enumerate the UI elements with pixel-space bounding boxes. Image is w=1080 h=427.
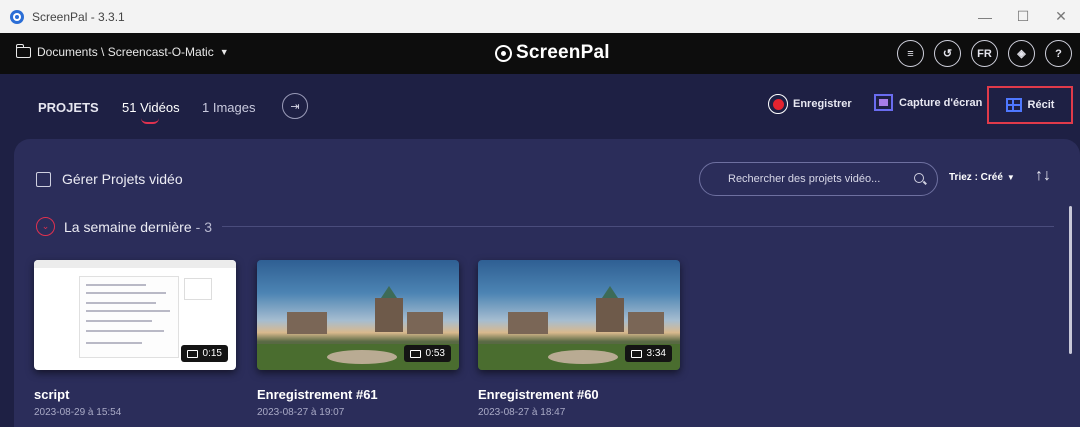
tab-bar: PROJETS 51 Vidéos 1 Images ⇥ Enregistrer… — [0, 74, 1080, 139]
tab-projets[interactable]: PROJETS — [38, 100, 99, 115]
screenshot-label: Capture d'écran — [899, 96, 983, 109]
queue-icon[interactable]: ≡ — [897, 40, 924, 67]
sort-dropdown[interactable]: Triez : Créé ▼ — [949, 172, 1015, 183]
help-button[interactable]: ? — [1045, 40, 1072, 67]
sort-label: Triez : Créé — [949, 172, 1003, 183]
window-title: ScreenPal - 3.3.1 — [32, 9, 125, 24]
scrollbar[interactable] — [1069, 206, 1072, 354]
section-header-last-week: ⌄ La semaine dernière - 3 — [36, 217, 1054, 236]
logo-mark-icon — [495, 44, 512, 62]
project-card[interactable]: 3:34 Enregistrement #60 2023-08-27 à 18:… — [478, 260, 680, 418]
screenshot-button[interactable]: Capture d'écran — [874, 94, 982, 111]
manage-checkbox[interactable] — [36, 171, 51, 187]
screenshot-icon — [874, 94, 893, 111]
duration-text: 0:15 — [202, 348, 222, 359]
story-button[interactable]: Récit — [987, 86, 1073, 124]
project-date: 2023-08-27 à 19:07 — [257, 407, 345, 418]
manage-projects-toggle[interactable]: Gérer Projets vidéo — [36, 171, 183, 187]
window-controls: — ☐ ✕ — [966, 0, 1080, 33]
minimize-button[interactable]: — — [966, 0, 1004, 33]
project-thumbnail[interactable]: 0:15 — [34, 260, 236, 370]
project-card[interactable]: 0:53 Enregistrement #61 2023-08-27 à 19:… — [257, 260, 459, 418]
search-input[interactable]: Rechercher des projets vidéo... — [699, 162, 938, 196]
window-titlebar: ScreenPal - 3.3.1 — ☐ ✕ — [0, 0, 1080, 33]
story-label: Récit — [1027, 99, 1055, 111]
project-title[interactable]: script — [34, 387, 236, 402]
tab-images[interactable]: 1 Images — [202, 100, 255, 115]
section-divider — [221, 226, 1054, 227]
language-button[interactable]: FR — [971, 40, 998, 67]
screenpal-logo: ScreenPal — [495, 42, 610, 64]
history-icon[interactable]: ↺ — [934, 40, 961, 67]
story-grid-icon — [1005, 98, 1022, 112]
duration-text: 3:34 — [646, 348, 666, 359]
maximize-button[interactable]: ☐ — [1004, 0, 1042, 33]
duration-badge: 0:53 — [403, 345, 451, 362]
search-icon[interactable] — [914, 173, 924, 183]
folder-icon — [409, 349, 421, 358]
search-placeholder: Rechercher des projets vidéo... — [728, 173, 881, 185]
chevron-down-icon: ▼ — [1006, 173, 1015, 182]
duration-badge: 0:15 — [180, 345, 228, 362]
import-icon: ⇥ — [290, 100, 300, 113]
duration-text: 0:53 — [425, 348, 445, 359]
top-bar: Documents \ Screencast-O-Matic ▼ ScreenP… — [0, 33, 1080, 74]
folder-selector[interactable]: Documents \ Screencast-O-Matic ▼ — [15, 43, 229, 59]
folder-icon — [15, 43, 31, 58]
projects-panel: Gérer Projets vidéo Rechercher des proje… — [14, 139, 1080, 427]
duration-badge: 3:34 — [624, 345, 672, 362]
active-tab-indicator — [141, 118, 159, 124]
folder-icon — [630, 349, 642, 358]
record-icon — [768, 94, 788, 114]
section-count: - 3 — [195, 218, 212, 235]
project-title[interactable]: Enregistrement #61 — [257, 387, 459, 402]
sort-direction-icon[interactable]: ↑↓ — [1035, 167, 1051, 185]
screenpal-app-icon — [10, 9, 24, 24]
collapse-chevron-icon[interactable]: ⌄ — [36, 217, 55, 236]
project-thumbnail[interactable]: 0:53 — [257, 260, 459, 370]
logo-text: ScreenPal — [516, 42, 610, 63]
folder-path-label: Documents \ Screencast-O-Matic — [37, 45, 214, 59]
record-label: Enregistrer — [793, 98, 852, 110]
project-date: 2023-08-27 à 18:47 — [478, 407, 566, 418]
chevron-down-icon: ▼ — [219, 47, 229, 57]
top-icon-group: ≡ ↺ FR ◈ ? — [897, 40, 1072, 67]
record-button[interactable]: Enregistrer — [768, 94, 852, 114]
manage-label: Gérer Projets vidéo — [62, 171, 183, 187]
close-button[interactable]: ✕ — [1042, 0, 1080, 33]
import-button[interactable]: ⇥ — [282, 93, 308, 119]
project-date: 2023-08-29 à 15:54 — [34, 407, 122, 418]
folder-icon — [186, 349, 198, 358]
section-title: La semaine dernière — [64, 218, 192, 235]
layers-icon[interactable]: ◈ — [1008, 40, 1035, 67]
tab-videos[interactable]: 51 Vidéos — [122, 100, 180, 115]
project-title[interactable]: Enregistrement #60 — [478, 387, 680, 402]
project-thumbnail[interactable]: 3:34 — [478, 260, 680, 370]
project-card[interactable]: 0:15 script 2023-08-29 à 15:54 — [34, 260, 236, 418]
